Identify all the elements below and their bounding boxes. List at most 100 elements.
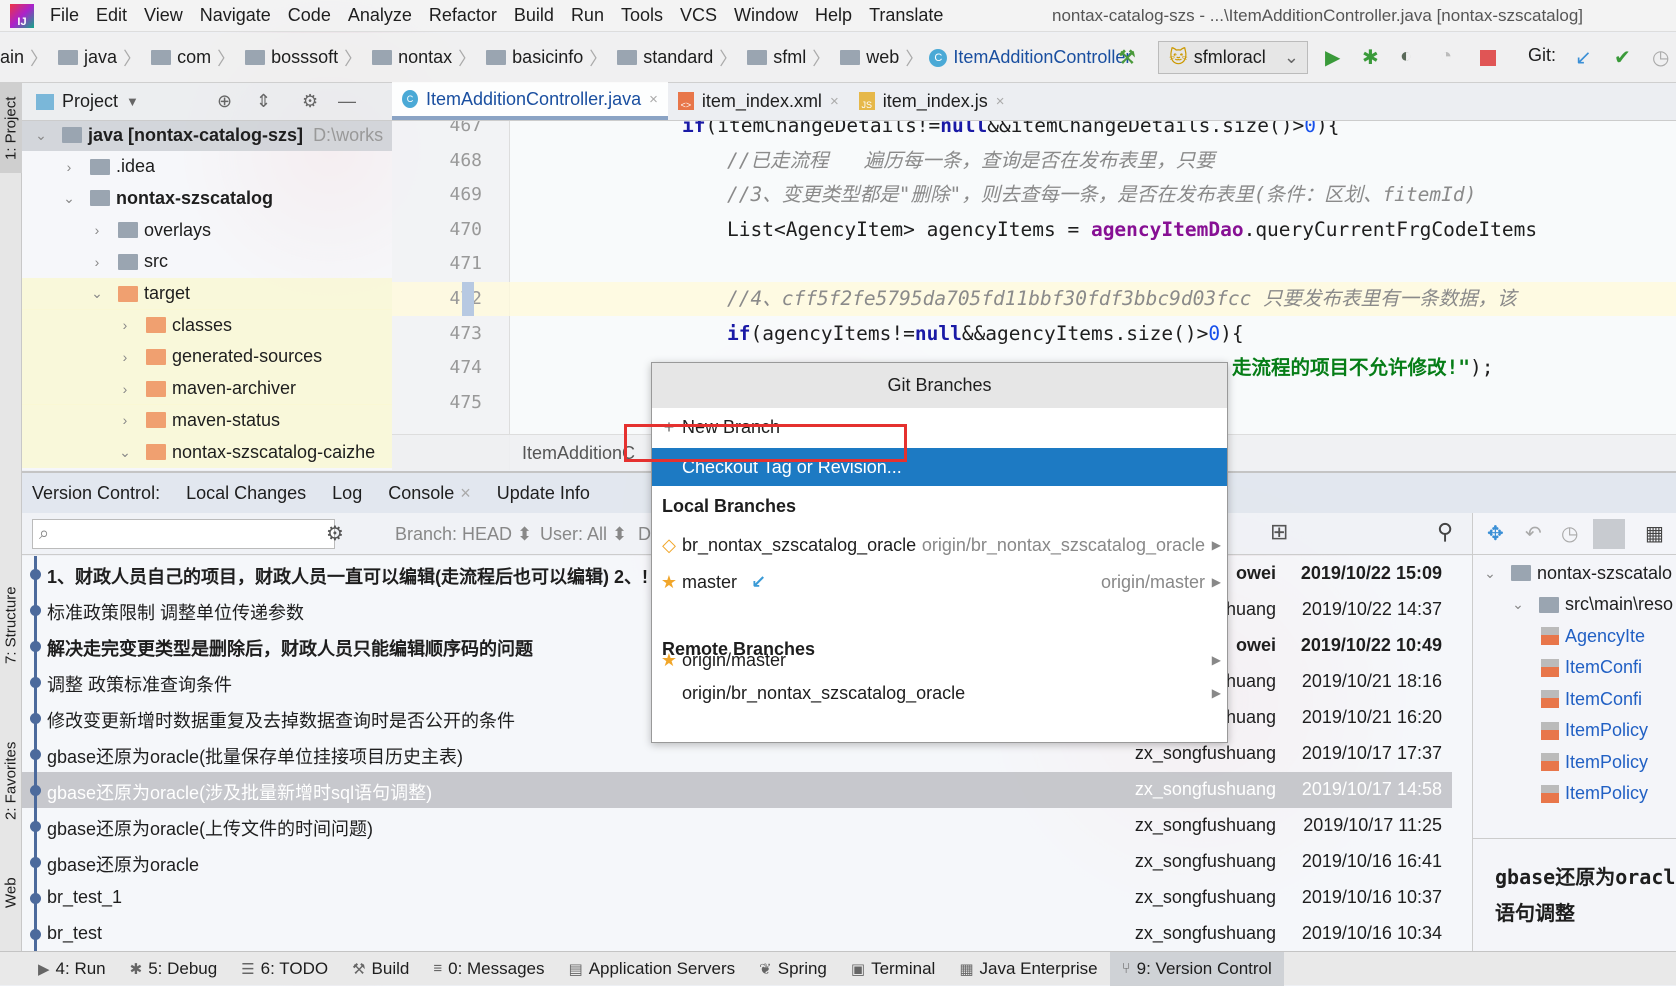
vcs-tab-console[interactable]: Console	[388, 483, 454, 504]
tool-tab-terminal[interactable]: ▣ Terminal	[839, 952, 947, 986]
revert-icon[interactable]: ↶	[1525, 521, 1542, 546]
branch-item[interactable]: ◇ br_nontax_szscatalog_oracle origin/br_no…	[652, 526, 1227, 564]
hide-icon[interactable]: —	[338, 91, 356, 112]
project-tool-button[interactable]: 1: Project	[0, 83, 22, 173]
editor-tab[interactable]: JS item_index.js ×	[849, 82, 1015, 120]
update-project-icon[interactable]: ↙	[1575, 45, 1592, 70]
tree-node[interactable]: ⌄ nontax-szscatalog-caizhe	[22, 436, 392, 468]
tool-tab--todo[interactable]: ☰ 6: TODO	[229, 952, 340, 986]
commit-icon[interactable]: ✔	[1614, 45, 1631, 70]
chevron-down-icon[interactable]: ⌄	[1483, 565, 1497, 582]
locate-icon[interactable]: ⊕	[217, 91, 232, 112]
tree-node[interactable]: › overlays	[22, 214, 392, 246]
tree-node[interactable]: ⌄ nontax-szscatalog	[22, 182, 392, 214]
chevron-right-icon[interactable]: ▶	[1212, 575, 1221, 589]
commit-row[interactable]: br_test zx_songfushuang 2019/10/16 10:34	[22, 916, 1452, 951]
commit-row[interactable]: gbase还原为oracle(上传文件的时间问题) zx_songfushuang…	[22, 808, 1452, 844]
tool-tab--version-control[interactable]: ⑂ 9: Version Control	[1109, 951, 1284, 986]
close-tab-icon[interactable]: ×	[830, 93, 839, 110]
chevron-right-icon[interactable]: ›	[118, 317, 132, 333]
breadcrumb-item[interactable]: bosssoft 〉	[241, 45, 368, 71]
menu-vcs[interactable]: VCS	[680, 5, 717, 26]
tree-node[interactable]: ⌄ target	[22, 277, 392, 310]
chevron-down-icon[interactable]: ⌄	[1511, 596, 1525, 613]
changed-file-node[interactable]: ItemPolicy	[1541, 716, 1648, 746]
tree-node[interactable]: › generated-sources	[22, 340, 392, 373]
gear-icon[interactable]: ⚙	[302, 91, 318, 112]
tree-node[interactable]: ⌄ java [nontax-catalog-szs] D:\works	[22, 121, 392, 151]
web-tool-button[interactable]: Web	[0, 868, 22, 918]
menu-analyze[interactable]: Analyze	[348, 5, 412, 26]
build-hammer-icon[interactable]: ⚒	[1118, 45, 1136, 70]
tool-tab--debug[interactable]: ✱ 5: Debug	[118, 952, 230, 986]
chevron-right-icon[interactable]: ›	[90, 222, 104, 238]
branch-item[interactable]: ★ master ↙ origin/master ▶	[652, 563, 1227, 601]
tree-node[interactable]: › maven-archiver	[22, 372, 392, 405]
group-by-directory-icon[interactable]	[1593, 519, 1625, 549]
menu-help[interactable]: Help	[815, 5, 852, 26]
tree-node[interactable]: › src	[22, 246, 392, 278]
user-filter[interactable]: User: All ⬍	[540, 524, 627, 545]
chevron-right-icon[interactable]: ›	[118, 412, 132, 428]
favorites-tool-button[interactable]: 2: Favorites	[0, 723, 22, 838]
breadcrumb-item[interactable]: standard 〉	[613, 45, 743, 71]
chevron-right-icon[interactable]: ▶	[1212, 686, 1221, 700]
changed-file-node[interactable]: ⌄ src\main\reso	[1511, 590, 1673, 620]
chevron-down-icon[interactable]: ⌄	[62, 190, 76, 207]
branch-item[interactable]: origin/br_nontax_szscatalog_oracle ▶	[652, 674, 1227, 712]
tree-node[interactable]: › .idea	[22, 151, 392, 183]
tree-node[interactable]: › classes	[22, 309, 392, 342]
coverage-icon[interactable]: ◐	[1400, 45, 1412, 68]
menu-build[interactable]: Build	[514, 5, 554, 26]
view-options-icon[interactable]: ▦	[1645, 521, 1664, 546]
stop-icon[interactable]	[1480, 50, 1496, 66]
vcs-tab-local-changes[interactable]: Local Changes	[186, 483, 306, 504]
menu-navigate[interactable]: Navigate	[200, 5, 271, 26]
settings-gear-icon[interactable]: ⚙	[326, 521, 344, 546]
tool-tab--run[interactable]: ▶ 4: Run	[26, 952, 118, 986]
history-icon[interactable]: ◷	[1652, 45, 1669, 70]
menu-code[interactable]: Code	[288, 5, 331, 26]
editor-tab[interactable]: <> item_index.xml ×	[668, 82, 849, 120]
changed-file-node[interactable]: ItemConfi	[1541, 653, 1642, 683]
collapse-all-icon[interactable]: ⇕	[256, 91, 271, 112]
breadcrumb-item[interactable]: sfml 〉	[743, 45, 836, 71]
breadcrumb-item[interactable]: com 〉	[147, 45, 241, 71]
menu-edit[interactable]: Edit	[96, 5, 127, 26]
chevron-right-icon[interactable]: ›	[118, 349, 132, 365]
branch-filter[interactable]: Branch: HEAD ⬍	[395, 524, 532, 545]
chevron-down-icon[interactable]: ⌄	[118, 444, 132, 461]
changed-file-node[interactable]: ItemPolicy	[1541, 747, 1648, 777]
menu-translate[interactable]: Translate	[869, 5, 943, 26]
close-tab-icon[interactable]: ×	[460, 483, 471, 504]
breadcrumb-current[interactable]: C ItemAdditionController	[929, 47, 1131, 68]
chevron-right-icon[interactable]: ›	[118, 381, 132, 397]
close-tab-icon[interactable]: ×	[996, 93, 1005, 110]
date-filter[interactable]: D	[638, 524, 651, 545]
menu-window[interactable]: Window	[734, 5, 798, 26]
chevron-down-icon[interactable]: ⌄	[34, 127, 48, 144]
tool-tab-spring[interactable]: ❦ Spring	[747, 952, 839, 986]
menu-tools[interactable]: Tools	[621, 5, 663, 26]
commit-row[interactable]: gbase还原为oracle(涉及批量新增时sql语句调整) zx_songfus…	[22, 772, 1452, 808]
chevron-down-icon[interactable]: ⌄	[90, 285, 104, 302]
close-tab-icon[interactable]: ×	[649, 91, 658, 108]
commit-row[interactable]: gbase还原为oracle zx_songfushuang 2019/10/16 …	[22, 844, 1452, 880]
chevron-right-icon[interactable]: ▶	[1212, 538, 1221, 552]
chevron-right-icon[interactable]: ▶	[1212, 653, 1221, 667]
project-view-select[interactable]: Project	[62, 91, 118, 112]
menu-run[interactable]: Run	[571, 5, 604, 26]
tree-node[interactable]: › maven-status	[22, 404, 392, 437]
expand-icon[interactable]: ✥	[1487, 521, 1504, 546]
log-search-input[interactable]: ⌕	[32, 519, 335, 549]
commit-row[interactable]: br_test_1 zx_songfushuang 2019/10/16 10:37	[22, 880, 1452, 916]
editor-tab[interactable]: C ItemAdditionController.java ×	[392, 82, 668, 120]
search-icon[interactable]: ⚲	[1437, 519, 1453, 545]
changed-file-node[interactable]: ItemPolicy	[1541, 779, 1648, 809]
new-tab-icon[interactable]: ⊞	[1270, 519, 1288, 545]
breadcrumb-item[interactable]: ain 〉	[0, 45, 54, 71]
run-configuration-select[interactable]: 🐱 sfmloracl ⌄	[1158, 41, 1308, 74]
changed-file-node[interactable]: ⌄ nontax-szscatalo	[1483, 558, 1672, 588]
menu-file[interactable]: File	[50, 5, 79, 26]
history-icon[interactable]: ◷	[1561, 521, 1578, 546]
